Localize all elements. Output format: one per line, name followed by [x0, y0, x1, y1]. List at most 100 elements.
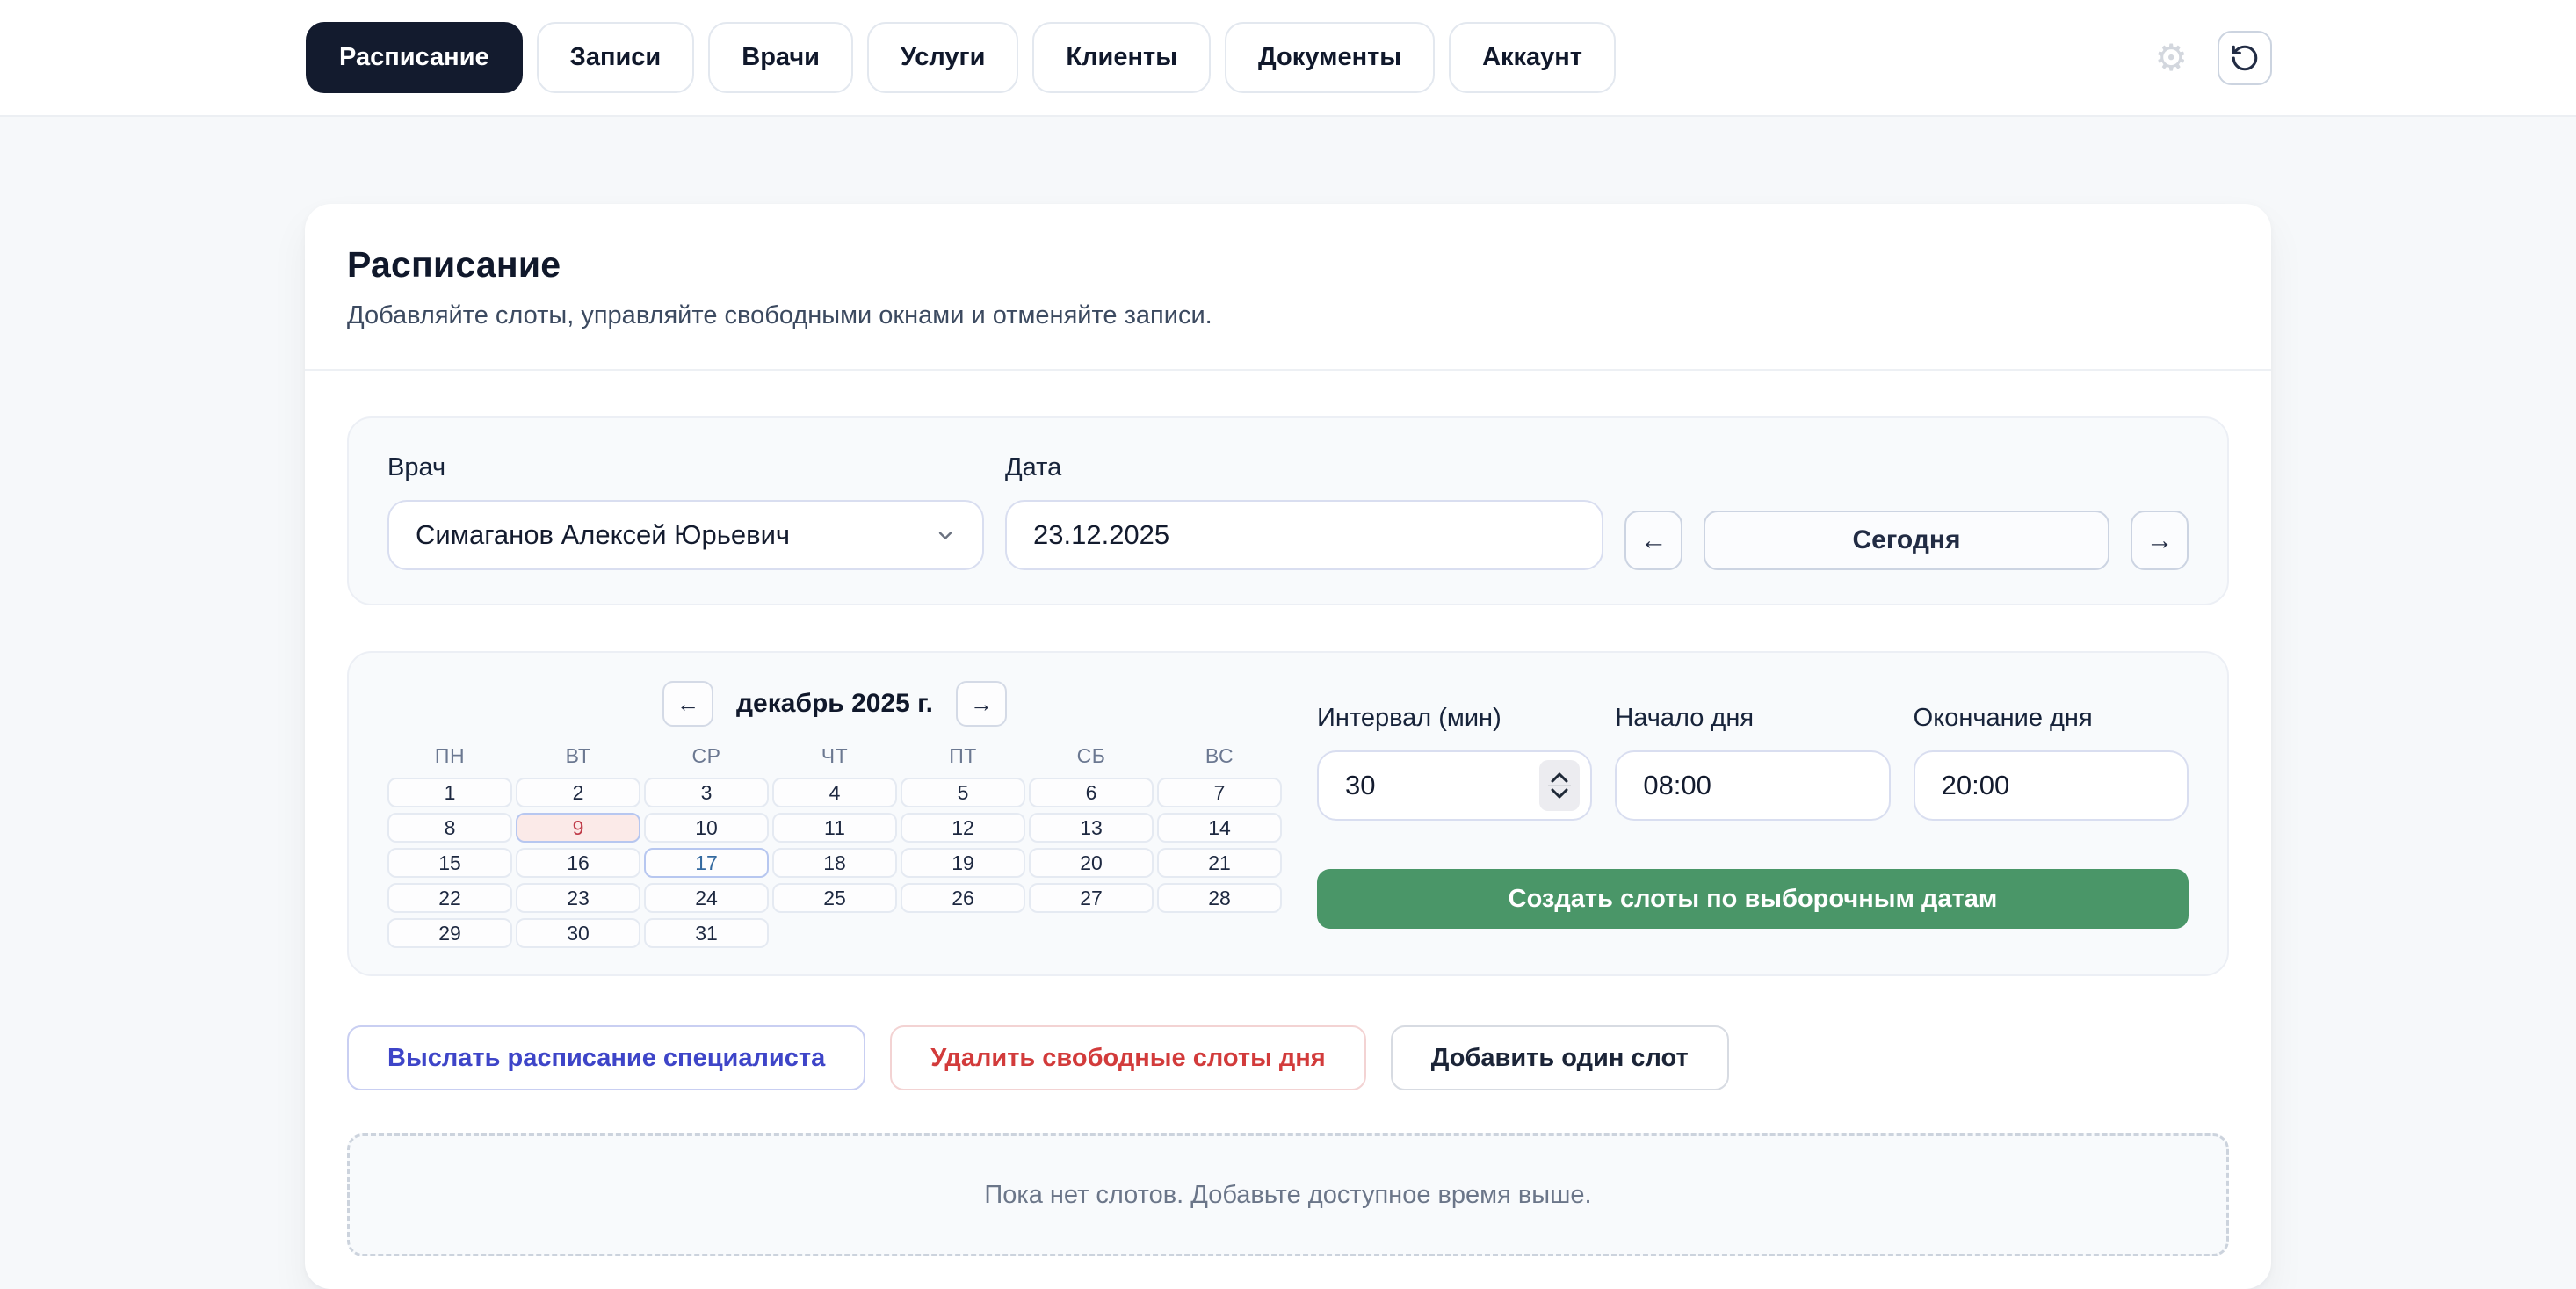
arrow-left-icon: ← [1640, 525, 1668, 556]
calendar-day[interactable]: 18 [772, 848, 897, 878]
day-start-field: Начало дня 08:00 [1615, 704, 1890, 821]
calendar-day[interactable]: 2 [516, 778, 640, 807]
calendar-day[interactable]: 23 [516, 883, 640, 913]
date-input-value: 23.12.2025 [1033, 519, 1169, 551]
calendar-day[interactable]: 19 [901, 848, 1025, 878]
calendar-day[interactable]: 17 [644, 848, 769, 878]
top-bar-actions: ⚙︎ [2154, 31, 2272, 85]
nav-tab[interactable]: Клиенты [1032, 22, 1211, 93]
today-button[interactable]: Сегодня [1704, 511, 2109, 570]
calendar-day[interactable]: 25 [772, 883, 897, 913]
day-start-label: Начало дня [1615, 704, 1890, 733]
gear-icon[interactable]: ⚙︎ [2154, 40, 2188, 76]
delete-free-slots-button[interactable]: Удалить свободные слоты дня [890, 1025, 1366, 1090]
weekday-label: ВС [1157, 741, 1282, 771]
calendar-day[interactable]: 24 [644, 883, 769, 913]
calendar-day[interactable]: 10 [644, 813, 769, 843]
calendar-day[interactable]: 16 [516, 848, 640, 878]
doctor-field: Врач Симаганов Алексей Юрьевич [387, 453, 984, 570]
refresh-button[interactable] [2218, 31, 2272, 85]
calendar-day[interactable]: 6 [1029, 778, 1154, 807]
main-nav: РасписаниеЗаписиВрачиУслугиКлиентыДокуме… [306, 22, 1616, 93]
day-start-input[interactable]: 08:00 [1615, 750, 1890, 821]
calendar-day[interactable]: 7 [1157, 778, 1282, 807]
arrow-left-icon: ← [677, 691, 699, 718]
calendar-day-grid: 1234567891011121314151617181920212223242… [387, 778, 1282, 948]
actions-row: Выслать расписание специалиста Удалить с… [347, 1025, 2229, 1090]
calendar-day[interactable]: 8 [387, 813, 512, 843]
calendar-day[interactable]: 12 [901, 813, 1025, 843]
empty-state-message: Пока нет слотов. Добавьте доступное врем… [984, 1181, 1591, 1210]
interval-value: 30 [1345, 770, 1375, 801]
date-input[interactable]: 23.12.2025 [1005, 500, 1603, 570]
nav-tab[interactable]: Расписание [306, 22, 523, 93]
calendar-day[interactable]: 9 [516, 813, 640, 843]
date-label: Дата [1005, 453, 1603, 482]
create-slots-button[interactable]: Создать слоты по выборочным датам [1317, 869, 2189, 929]
page-title: Расписание [347, 244, 2229, 286]
calendar-day[interactable]: 28 [1157, 883, 1282, 913]
schedule-card: Расписание Добавляйте слоты, управляйте … [305, 204, 2271, 1289]
day-start-value: 08:00 [1643, 770, 1711, 801]
day-end-label: Окончание дня [1914, 704, 2189, 733]
calendar-day[interactable]: 30 [516, 918, 640, 948]
top-bar: РасписаниеЗаписиВрачиУслугиКлиентыДокуме… [0, 0, 2576, 117]
nav-tab[interactable]: Записи [537, 22, 695, 93]
calendar-day[interactable]: 29 [387, 918, 512, 948]
chevron-down-icon [1550, 788, 1569, 800]
previous-day-button[interactable]: ← [1624, 511, 1682, 570]
nav-tab[interactable]: Врачи [708, 22, 853, 93]
doctor-select-value: Симаганов Алексей Юрьевич [416, 519, 790, 551]
calendar-day[interactable]: 1 [387, 778, 512, 807]
weekday-label: ПН [387, 741, 512, 771]
calendar-day[interactable]: 14 [1157, 813, 1282, 843]
next-month-button[interactable]: → [956, 681, 1007, 727]
weekday-label: ВТ [516, 741, 640, 771]
day-end-value: 20:00 [1942, 770, 2010, 801]
calendar-header: ← декабрь 2025 г. → [387, 681, 1282, 727]
calendar-day[interactable]: 13 [1029, 813, 1154, 843]
page-subtitle: Добавляйте слоты, управляйте свободными … [347, 301, 2229, 330]
number-stepper[interactable] [1539, 760, 1580, 811]
calendar-day[interactable]: 11 [772, 813, 897, 843]
calendar-day[interactable]: 15 [387, 848, 512, 878]
card-header: Расписание Добавляйте слоты, управляйте … [305, 204, 2271, 371]
calendar-day[interactable]: 3 [644, 778, 769, 807]
main-content: Расписание Добавляйте слоты, управляйте … [305, 204, 2271, 1289]
doctor-date-panel: Врач Симаганов Алексей Юрьевич Дата 23.1… [347, 416, 2229, 605]
slot-settings-fields: Интервал (мин) 30 [1317, 704, 2189, 821]
add-single-slot-button[interactable]: Добавить один слот [1391, 1025, 1729, 1090]
previous-month-button[interactable]: ← [662, 681, 713, 727]
arrow-right-icon: → [2146, 525, 2174, 556]
calendar-day[interactable]: 22 [387, 883, 512, 913]
doctor-select[interactable]: Симаганов Алексей Юрьевич [387, 500, 984, 570]
calendar-day[interactable]: 21 [1157, 848, 1282, 878]
calendar-day[interactable]: 5 [901, 778, 1025, 807]
interval-label: Интервал (мин) [1317, 704, 1592, 733]
calendar-day[interactable]: 27 [1029, 883, 1154, 913]
calendar-day[interactable]: 26 [901, 883, 1025, 913]
stepper-divider [1548, 785, 1571, 786]
day-end-field: Окончание дня 20:00 [1914, 704, 2189, 821]
chevron-up-icon [1550, 771, 1569, 783]
date-field: Дата 23.12.2025 [1005, 453, 1603, 570]
calendar: ← декабрь 2025 г. → ПНВТСРЧТПТСБВС 12345… [387, 676, 1282, 948]
nav-tab[interactable]: Услуги [867, 22, 1018, 93]
calendar-day[interactable]: 4 [772, 778, 897, 807]
arrow-right-icon: → [970, 691, 993, 718]
history-icon [2230, 43, 2260, 73]
send-schedule-button[interactable]: Выслать расписание специалиста [347, 1025, 865, 1090]
empty-state: Пока нет слотов. Добавьте доступное врем… [347, 1133, 2229, 1256]
doctor-label: Врач [387, 453, 984, 482]
weekday-label: СР [644, 741, 769, 771]
nav-tab[interactable]: Аккаунт [1449, 22, 1616, 93]
calendar-day[interactable]: 20 [1029, 848, 1154, 878]
calendar-weekday-row: ПНВТСРЧТПТСБВС [387, 741, 1282, 771]
next-day-button[interactable]: → [2131, 511, 2189, 570]
weekday-label: ПТ [901, 741, 1025, 771]
slot-settings: Интервал (мин) 30 [1317, 676, 2189, 948]
day-end-input[interactable]: 20:00 [1914, 750, 2189, 821]
calendar-month-label: декабрь 2025 г. [736, 689, 933, 719]
nav-tab[interactable]: Документы [1225, 22, 1435, 93]
calendar-day[interactable]: 31 [644, 918, 769, 948]
